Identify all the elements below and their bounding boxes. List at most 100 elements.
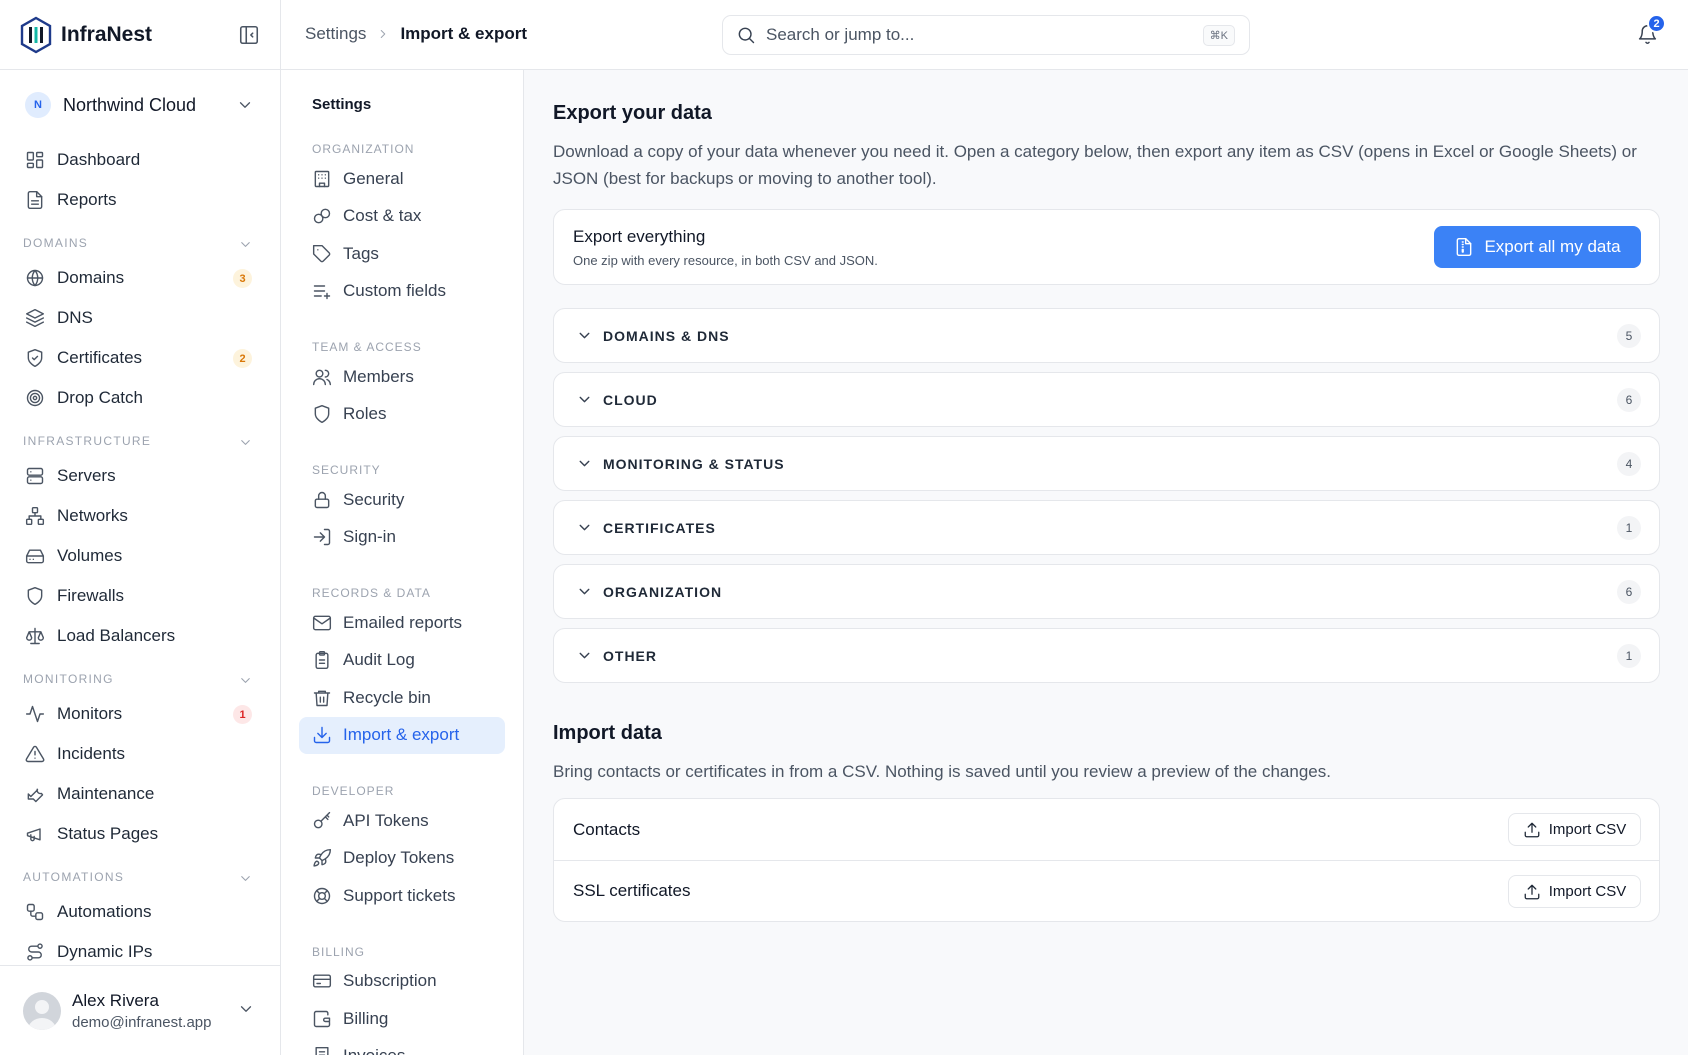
nav-label: Firewalls (57, 586, 125, 605)
user-menu[interactable]: Alex Rivera demo@infranest.app (0, 965, 280, 1055)
nav-item-domains[interactable]: Domains 3 (0, 258, 280, 298)
category-domains-dns[interactable]: DOMAINS & DNS 5 (553, 308, 1660, 363)
import-row-contacts: Contacts Import CSV (554, 799, 1659, 860)
user-name: Alex Rivera (72, 990, 159, 1010)
log-in-icon (313, 529, 331, 546)
nav-item-firewalls[interactable]: Firewalls (0, 576, 280, 616)
chevron-down-icon (239, 102, 251, 108)
settings-item-audit-log[interactable]: Audit Log (299, 642, 505, 680)
layers-icon (25, 308, 45, 328)
settings-item-label: Deploy Tokens (343, 848, 455, 868)
globe-icon (26, 269, 44, 287)
settings-item-tags[interactable]: Tags (299, 235, 505, 273)
settings-item-label: API Tokens (343, 810, 429, 830)
wallet-icon (313, 1010, 331, 1027)
settings-item-label: Emailed reports (343, 612, 463, 632)
nav-item-load-balancers[interactable]: Load Balancers (0, 616, 280, 656)
category-count: 1 (1617, 516, 1641, 540)
megaphone-icon (26, 828, 41, 842)
import-ssl-button[interactable]: Import CSV (1508, 875, 1641, 908)
category-cloud[interactable]: CLOUD 6 (553, 372, 1660, 427)
settings-item-label: Invoices (343, 1046, 405, 1055)
settings-item-security[interactable]: Security (299, 481, 505, 519)
import-description: Bring contacts or certificates in from a… (553, 762, 1331, 781)
org-avatar: N (25, 92, 51, 118)
settings-item-members[interactable]: Members (299, 358, 505, 396)
nav-item-drop-catch[interactable]: Drop Catch (0, 378, 280, 418)
user-email: demo@infranest.app (72, 1013, 212, 1031)
nav-item-networks[interactable]: Networks (0, 496, 280, 536)
settings-item-label: Import & export (343, 725, 460, 745)
category-organization[interactable]: ORGANIZATION 6 (553, 564, 1660, 619)
nav-item-maintenance[interactable]: Maintenance (0, 774, 280, 814)
chevron-down-icon (241, 876, 250, 881)
nav-label: Incidents (57, 744, 126, 763)
scale-icon (25, 627, 45, 645)
category-other[interactable]: OTHER 1 (553, 628, 1660, 683)
nav-item-monitors[interactable]: Monitors 1 (0, 694, 280, 734)
settings-item-sign-in[interactable]: Sign-in (299, 519, 505, 557)
breadcrumb-settings[interactable]: Settings (305, 24, 366, 44)
settings-item-emailed-reports[interactable]: Emailed reports (299, 604, 505, 642)
settings-item-cost-tax[interactable]: Cost & tax (299, 198, 505, 236)
section-title: INFRASTRUCTURE (23, 434, 152, 448)
settings-item-invoices[interactable]: Invoices (299, 1038, 505, 1055)
brand-name: InfraNest (61, 22, 153, 46)
nav-item-incidents[interactable]: Incidents (0, 734, 280, 774)
export-everything-title: Export everything (573, 227, 706, 246)
count-badge: 1 (233, 705, 252, 724)
nav-section-domains[interactable]: DOMAINS (0, 220, 280, 258)
lock-icon (314, 491, 330, 508)
category-monitoring-status[interactable]: MONITORING & STATUS 4 (553, 436, 1660, 491)
topbar: Settings Import & export Search or jump … (281, 0, 1688, 70)
nav-item-reports[interactable]: Reports (0, 180, 280, 220)
activity-icon (25, 705, 45, 723)
settings-item-roles[interactable]: Roles (299, 396, 505, 434)
import-contacts-button[interactable]: Import CSV (1508, 813, 1641, 846)
chevron-down-icon (241, 440, 250, 445)
settings-item-recycle-bin[interactable]: Recycle bin (299, 679, 505, 717)
settings-item-import-export[interactable]: Import & export (299, 716, 505, 754)
nav-section-monitoring[interactable]: MONITORING (0, 656, 280, 694)
export-all-button[interactable]: Export all my data (1434, 226, 1641, 268)
settings-item-label: Roles (343, 404, 387, 424)
settings-item-label: Billing (343, 1008, 389, 1028)
category-certificates[interactable]: CERTIFICATES 1 (553, 500, 1660, 555)
org-switcher[interactable]: N Northwind Cloud (0, 70, 280, 140)
settings-item-billing[interactable]: Billing (299, 1000, 505, 1038)
settings-item-custom-fields[interactable]: Custom fields (299, 273, 505, 311)
settings-section-title: ORGANIZATION (312, 142, 415, 156)
settings-item-general[interactable]: General (299, 160, 505, 198)
target-icon (26, 389, 44, 407)
nav-item-dns[interactable]: DNS (0, 298, 280, 338)
list-plus-icon (313, 285, 331, 300)
nav-item-certificates[interactable]: Certificates 2 (0, 338, 280, 378)
nav-item-volumes[interactable]: Volumes (0, 536, 280, 576)
settings-item-label: Audit Log (343, 650, 415, 670)
collapse-sidebar-icon[interactable] (238, 24, 260, 46)
search-input[interactable]: Search or jump to... ⌘K (722, 15, 1250, 55)
breadcrumb: Settings Import & export (305, 24, 527, 44)
settings-item-deploy-tokens[interactable]: Deploy Tokens (299, 840, 505, 878)
category-count: 1 (1617, 644, 1641, 668)
nav-item-automations[interactable]: Automations (0, 892, 280, 932)
settings-item-subscription[interactable]: Subscription (299, 963, 505, 1001)
nav-section-automations[interactable]: AUTOMATIONS (0, 854, 280, 892)
nav-item-dashboard[interactable]: Dashboard (0, 140, 280, 180)
nav-label: Certificates (57, 348, 143, 367)
org-name: Northwind Cloud (63, 94, 197, 115)
import-card: Contacts Import CSV SSL certificates Imp… (553, 798, 1660, 922)
settings-nav-title: Settings (312, 96, 372, 113)
settings-item-api-tokens[interactable]: API Tokens (299, 802, 505, 840)
nav-item-servers[interactable]: Servers (0, 456, 280, 496)
nav-item-status-pages[interactable]: Status Pages (0, 814, 280, 854)
nav-section-infrastructure[interactable]: INFRASTRUCTURE (0, 418, 280, 456)
tag-icon (312, 244, 331, 263)
clipboard-icon (315, 651, 329, 670)
mail-icon (312, 615, 332, 631)
nav-label: Monitors (57, 704, 123, 723)
nav-label: Dashboard (57, 150, 141, 169)
export-everything-card: Export everything One zip with every res… (553, 209, 1660, 285)
nav-label: Drop Catch (57, 388, 143, 407)
settings-item-support-tickets[interactable]: Support tickets (299, 877, 505, 915)
